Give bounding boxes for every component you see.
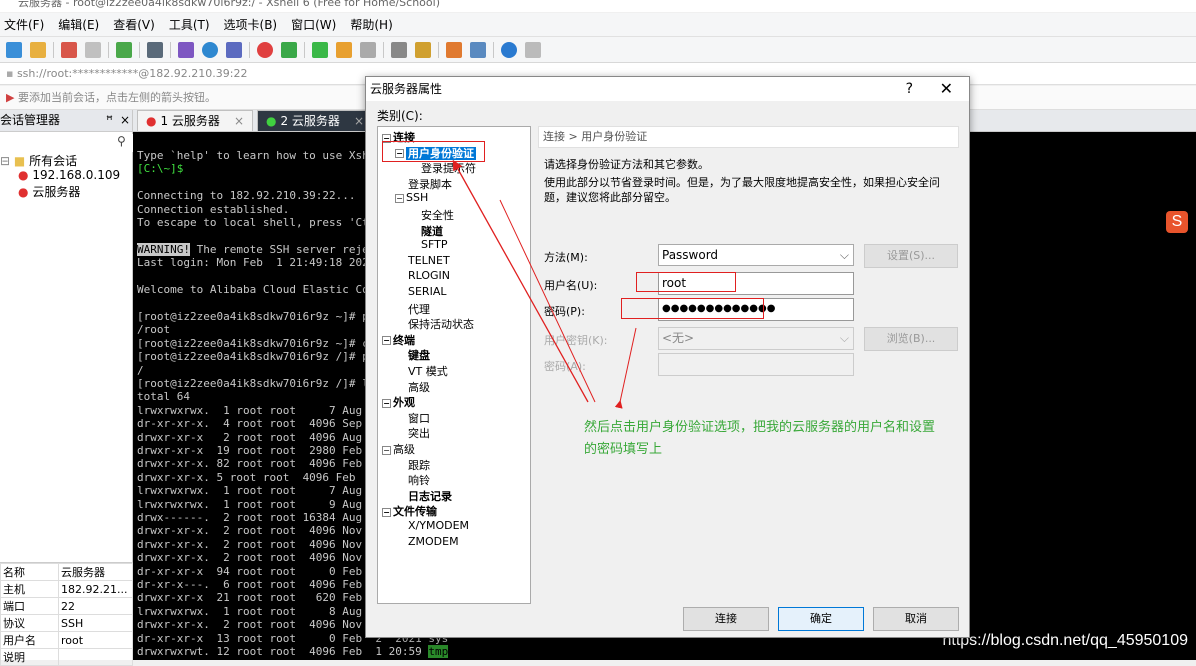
annotation-arrows	[452, 159, 637, 409]
arrow-to-tree	[452, 159, 589, 403]
annotation-text: 然后点击用户身份验证选项，把我的云服务器的用户名和设置的密码填写上	[584, 420, 936, 457]
arrow-line	[499, 199, 596, 403]
ime-icon[interactable]: S	[1166, 211, 1188, 233]
arrow-to-fields	[614, 327, 637, 409]
